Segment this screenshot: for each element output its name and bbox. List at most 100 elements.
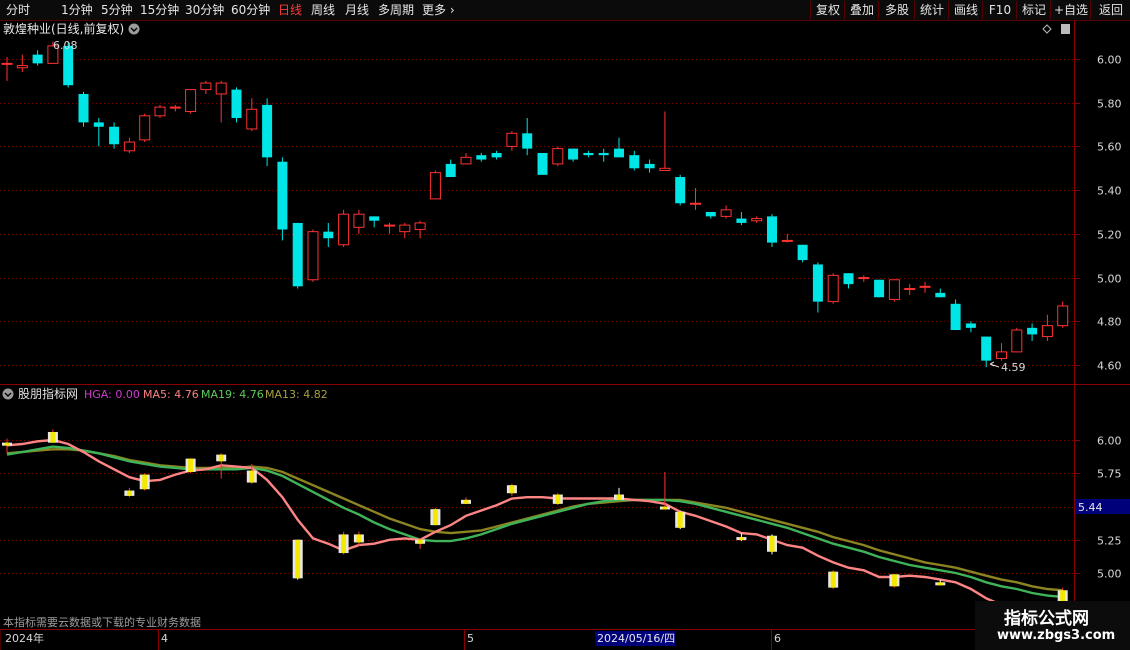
candle [1057,301,1069,328]
legend-ma5: MA5: 4.76 [143,388,199,401]
candle [629,150,640,171]
mark-button[interactable]: 标记 [1016,1,1051,19]
candle [93,118,104,147]
candle [139,113,151,143]
kline-chart[interactable]: 6.00 5.80 5.60 5.40 5.20 5.00 4.80 4.60 6.00 5.7… [0,21,1130,650]
candle [919,281,931,293]
f10-button[interactable]: F10 [982,1,1017,19]
y-tick-label: 5.00 [1097,273,1122,286]
period-tab-5min[interactable]: 5分钟 [101,2,133,18]
candle [476,152,487,162]
chevron-down-icon[interactable] [128,23,140,35]
candle [935,288,946,298]
y-tick-label: 4.60 [1097,360,1122,373]
candle [614,137,624,158]
period-tab-more[interactable]: 更多 › [422,2,455,18]
period-tab-monthly[interactable]: 月线 [345,2,369,18]
candle [460,152,472,165]
candle [812,262,823,313]
candle [384,222,395,234]
candle [690,187,701,210]
candle [1027,323,1038,341]
candle [399,222,411,239]
low-price-label: 4.59 [1001,361,1026,374]
time-label-may: 5 [467,632,474,645]
period-tab-1min[interactable]: 1分钟 [61,2,93,18]
restore-rights-button[interactable]: 复权 [810,1,845,19]
indicator-bar [47,429,58,443]
candle [843,273,854,289]
indicator-chevron-icon[interactable] [2,388,14,400]
candle [429,170,441,200]
indicator-bar [430,507,441,526]
candle [904,284,916,296]
ma13-line [6,448,1063,592]
y-tick-label: 6.00 [1097,54,1122,67]
back-button[interactable]: 返回 [1090,1,1130,19]
time-label-year: 2024年 [5,631,44,645]
add-watchlist-button[interactable]: +自选 [1050,1,1091,19]
candle [522,118,533,156]
candle [888,279,900,302]
cursor-date: 2024/05/16/四 [597,632,675,645]
legend-ma13: MA13: 4.82 [265,388,328,401]
indicator-bar [292,539,303,580]
candles [1,41,1069,368]
candle [16,54,28,73]
watermark: 指标公式网 www.zbgs3.com [975,601,1130,650]
indicator-bar [552,493,563,506]
candle [965,321,976,333]
candle [858,275,870,282]
candle [231,87,242,123]
period-tab-30min[interactable]: 30分钟 [185,2,224,18]
indicator-lines [6,438,1064,613]
candle [414,220,426,239]
legend-hga: HGA: 0.00 [84,388,140,401]
panel-menu-icon[interactable] [1061,24,1070,34]
candle [292,222,303,289]
candle [1041,314,1053,341]
multi-stock-button[interactable]: 多股 [878,1,915,19]
candle [797,244,808,263]
indicator-bar [461,497,471,504]
candle [200,80,212,94]
period-tab-intraday[interactable]: 分时 [6,2,30,18]
draw-line-button[interactable]: 画线 [948,1,983,19]
indicator-tick-label: 6.00 [1097,435,1122,448]
statistics-button[interactable]: 统计 [914,1,949,19]
period-tab-15min[interactable]: 15分钟 [140,2,179,18]
candle [552,146,564,167]
toolbar: 分时 1分钟 5分钟 15分钟 30分钟 60分钟 日线 周线 月线 多周期 更… [0,0,1130,21]
period-tab-60min[interactable]: 60分钟 [231,2,270,18]
indicator-bars [2,429,1068,628]
overlay-button[interactable]: 叠加 [844,1,879,19]
settings-diamond-icon[interactable] [1042,24,1052,34]
candle [736,212,747,226]
candle [369,216,380,228]
indicator-bar [338,531,349,555]
candle [1,56,13,81]
time-label-jun: 6 [774,632,781,645]
candle [123,137,135,153]
indicator-tick-label: 5.75 [1097,468,1122,481]
high-price-label: 6.08 [53,39,78,52]
candle [827,273,839,304]
y-tick-label: 5.40 [1097,185,1122,198]
candle [705,212,716,219]
candle [751,216,763,223]
period-tab-multi[interactable]: 多周期 [378,2,414,18]
low-arrow-icon [989,361,1000,368]
candle [874,279,885,298]
indicator-bar [415,538,426,550]
candle [675,174,686,206]
indicator-name: 股朋指标网 [18,386,78,401]
candle [568,148,579,162]
indicator-tick-label: 5.25 [1097,535,1122,548]
candle [659,111,671,171]
candle [154,104,166,119]
period-tab-weekly[interactable]: 周线 [311,2,335,18]
indicator-bar [124,487,135,498]
legend-ma19: MA19: 4.76 [201,388,264,401]
candle [720,205,732,219]
period-tab-daily[interactable]: 日线 [278,2,302,18]
